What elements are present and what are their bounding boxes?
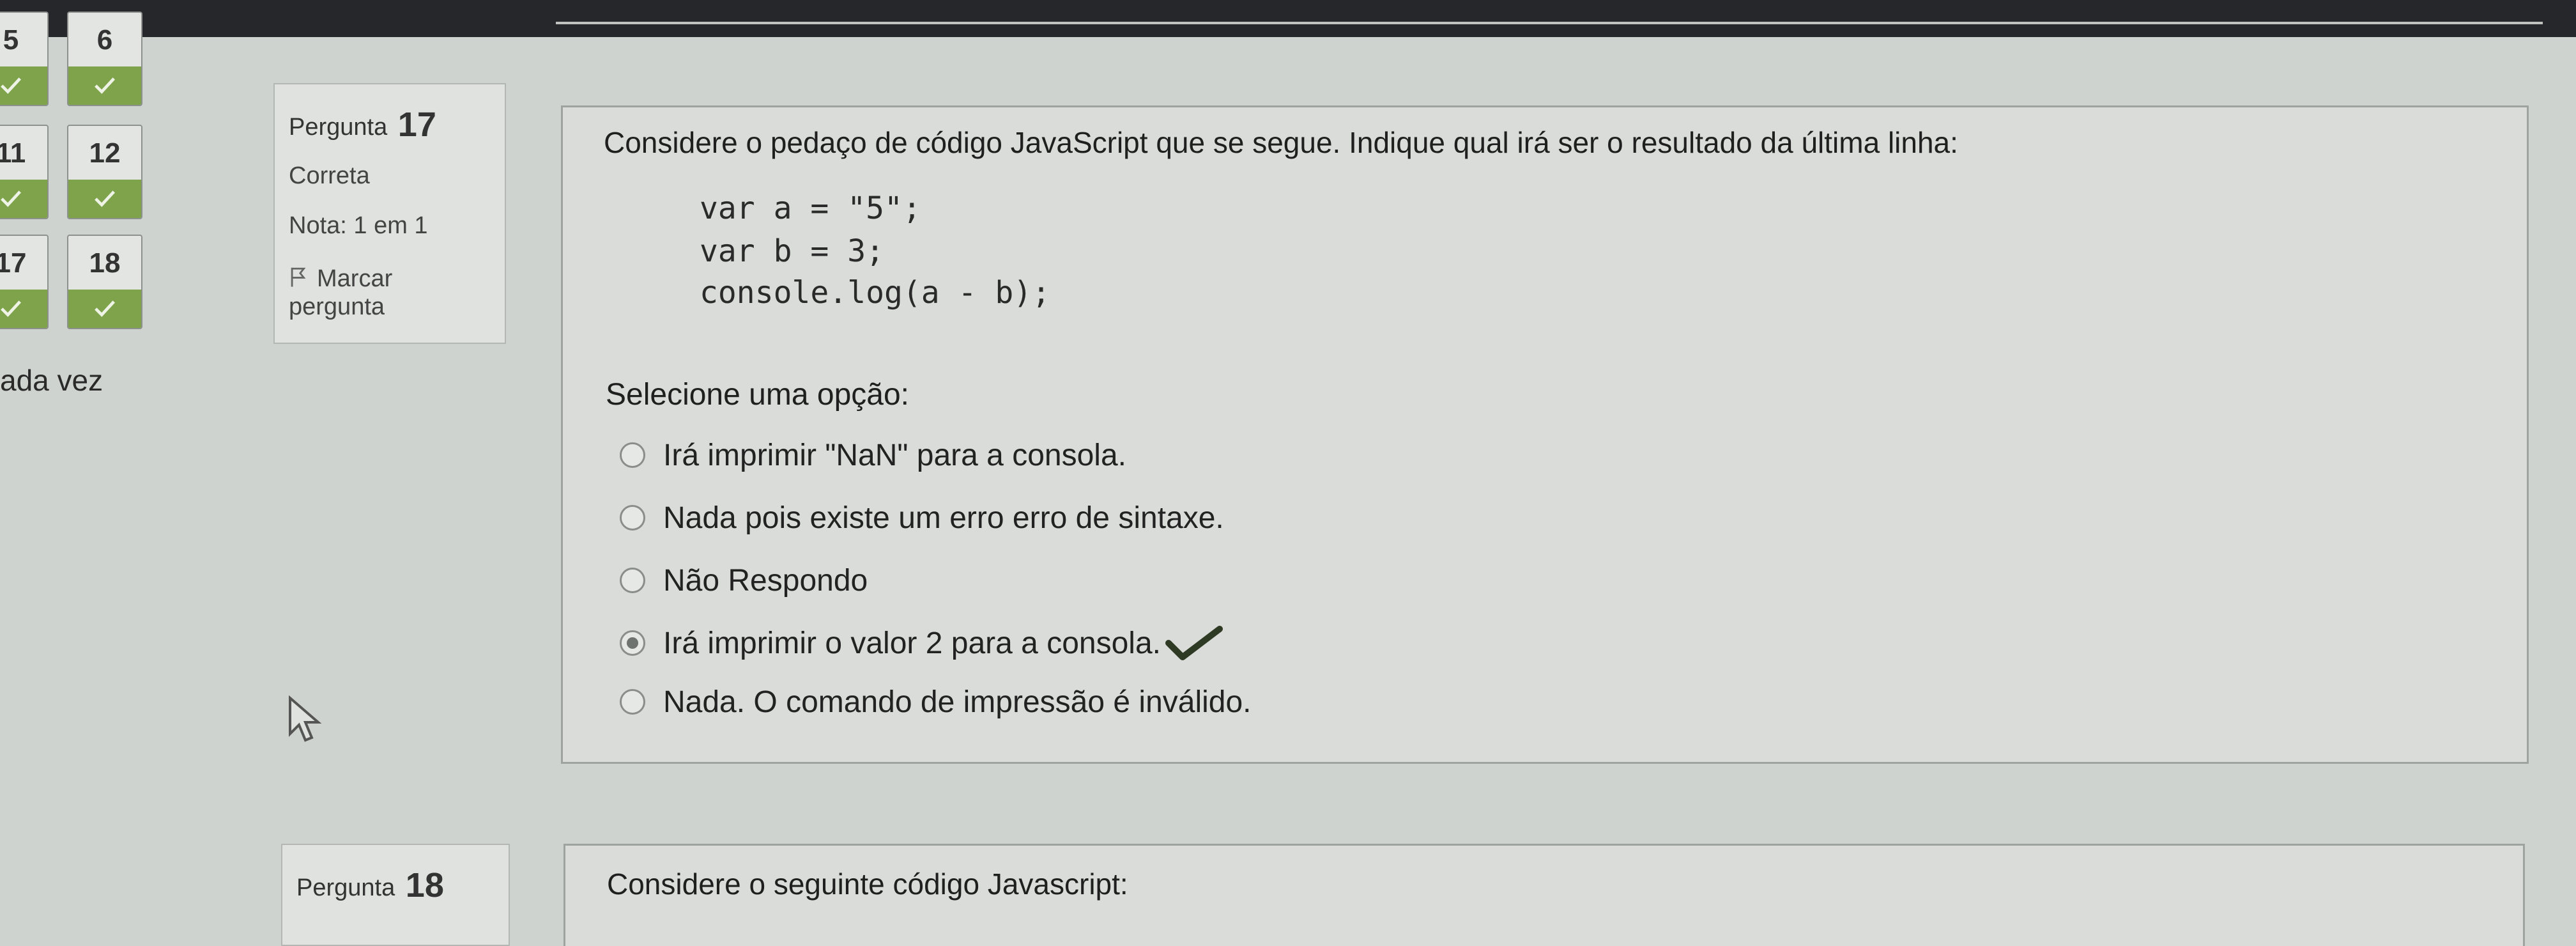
question-text: Considere o seguinte código Javascript: xyxy=(607,867,1128,901)
question-17-info: Pergunta 17 Correta Nota: 1 em 1 Marcar … xyxy=(273,83,506,344)
top-divider xyxy=(556,22,2543,24)
top-bar xyxy=(0,0,2576,37)
mouse-cursor-icon xyxy=(289,695,322,742)
nav-button-5[interactable]: 5 xyxy=(0,12,49,106)
radio-button[interactable] xyxy=(620,568,645,593)
question-number: 18 xyxy=(405,866,444,904)
radio-button-checked[interactable] xyxy=(620,630,645,656)
answer-option-label: Nada. O comando de impressão é inválido. xyxy=(663,685,1252,719)
question-label: Pergunta xyxy=(289,114,388,141)
answer-option[interactable]: Irá imprimir "NaN" para a consola. xyxy=(620,436,1126,474)
nav-button-number: 12 xyxy=(89,137,121,169)
answer-option-label: Não Respondo xyxy=(663,563,868,598)
side-text-fragment: ada vez xyxy=(0,364,103,397)
flag-question-link[interactable]: Marcar pergunta xyxy=(289,265,392,321)
select-option-label: Selecione uma opção: xyxy=(606,378,909,412)
nav-button-6[interactable]: 6 xyxy=(67,12,142,106)
nav-button-number: 6 xyxy=(96,24,113,56)
nav-button-number: 17 xyxy=(0,247,27,279)
flag-icon xyxy=(291,267,306,287)
check-icon xyxy=(1,77,21,94)
question-number-title: Pergunta 18 xyxy=(296,865,444,905)
question-text: Considere o pedaço de código JavaScript … xyxy=(604,126,1958,159)
code-line: var b = 3; xyxy=(700,233,884,269)
nav-button-number: 5 xyxy=(3,24,19,56)
nav-status-bar xyxy=(0,180,47,218)
nav-button-12[interactable]: 12 xyxy=(67,125,142,219)
nav-button-18[interactable]: 18 xyxy=(67,235,142,329)
checkmark-icon xyxy=(1165,626,1223,660)
nav-button-number: 18 xyxy=(89,247,121,279)
nav-button-11[interactable]: 11 xyxy=(0,125,49,219)
nav-button-number: 11 xyxy=(0,137,26,169)
answer-option-label: Nada pois existe um erro erro de sintaxe… xyxy=(663,500,1224,535)
check-icon xyxy=(95,190,115,207)
question-state: Correta xyxy=(289,162,370,189)
answer-option[interactable]: Não Respondo xyxy=(620,561,868,600)
radio-button[interactable] xyxy=(620,505,645,531)
check-icon xyxy=(1,300,21,317)
radio-button[interactable] xyxy=(620,689,645,715)
answer-option-label: Irá imprimir o valor 2 para a consola. xyxy=(663,626,1161,660)
question-number: 17 xyxy=(397,105,436,144)
check-icon xyxy=(95,77,115,94)
question-18-info: Pergunta 18 xyxy=(281,844,510,946)
answer-option-label: Irá imprimir "NaN" para a consola. xyxy=(663,438,1126,472)
nav-button-17[interactable]: 17 xyxy=(0,235,49,329)
check-icon xyxy=(95,300,115,317)
nav-status-bar xyxy=(0,66,47,105)
flag-label-line2: pergunta xyxy=(289,293,385,320)
nav-status-bar xyxy=(68,290,141,328)
nav-status-bar xyxy=(68,180,141,218)
code-line: var a = "5"; xyxy=(700,190,921,226)
nav-status-bar xyxy=(0,290,47,328)
radio-button[interactable] xyxy=(620,442,645,468)
check-icon xyxy=(1,190,21,207)
answer-option[interactable]: Nada pois existe um erro erro de sintaxe… xyxy=(620,499,1224,537)
flag-label-line1: Marcar xyxy=(317,265,393,292)
nav-status-bar xyxy=(68,66,141,105)
answer-option[interactable]: Nada. O comando de impressão é inválido. xyxy=(620,683,1252,721)
code-line: console.log(a - b); xyxy=(700,275,1051,311)
answer-option-selected[interactable]: Irá imprimir o valor 2 para a consola. xyxy=(620,624,1223,662)
question-label: Pergunta xyxy=(296,874,395,901)
question-grade: Nota: 1 em 1 xyxy=(289,212,428,239)
question-number-title: Pergunta 17 xyxy=(289,105,436,144)
